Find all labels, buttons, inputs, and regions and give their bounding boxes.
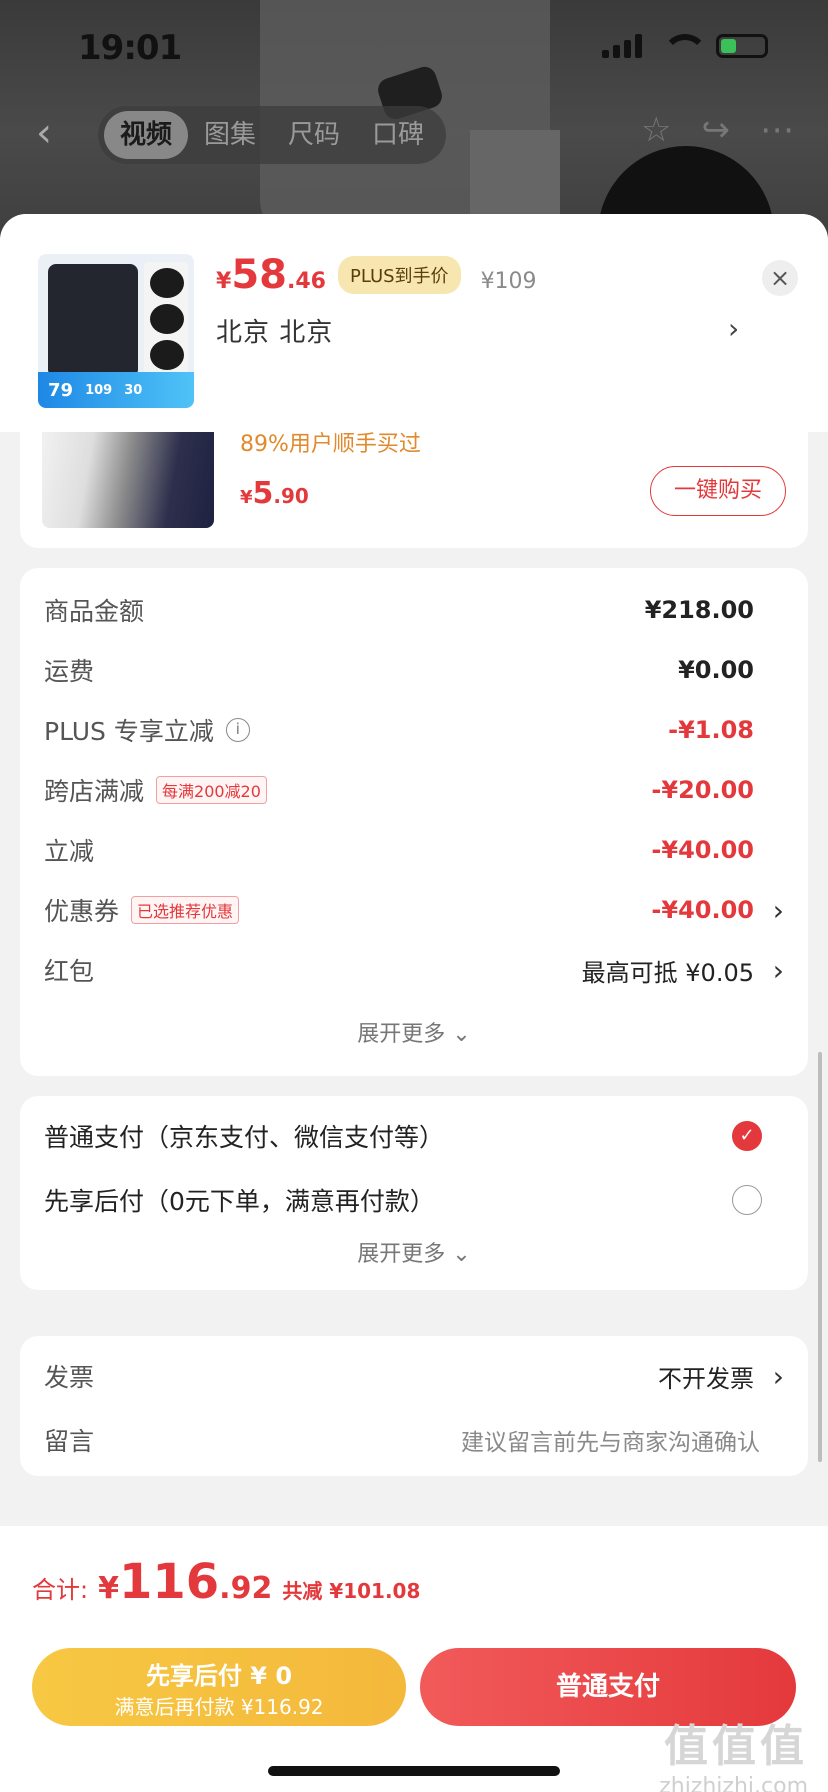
fee-row-cross-store: 跨店满减 每满200减20 -¥20.00: [44, 776, 754, 806]
fee-row-goods: 商品金额 ¥218.00: [44, 596, 754, 626]
coupon-tag: 已选推荐优惠: [131, 896, 240, 924]
chevron-right-icon: ›: [772, 893, 784, 927]
tab-video[interactable]: 视频: [104, 111, 189, 159]
tab-reviews[interactable]: 口碑: [356, 111, 440, 159]
radio-checked-icon[interactable]: ✓: [732, 1121, 762, 1151]
invoice-row[interactable]: 发票 不开发票 ›: [44, 1356, 784, 1396]
fee-row-coupon[interactable]: 优惠券 已选推荐优惠 -¥40.00 ›: [44, 890, 784, 930]
payment-card: 普通支付（京东支付、微信支付等） ✓ 先享后付（0元下单，满意再付款） 展开更多…: [20, 1096, 808, 1290]
info-icon[interactable]: i: [225, 718, 250, 742]
delivery-address[interactable]: 北京 北京: [216, 312, 333, 349]
pay-later-button[interactable]: 先享后付 ¥ 0 满意后再付款 ¥116.92: [32, 1648, 406, 1726]
watermark: 值值值 zhizhizhi.com: [659, 1721, 808, 1792]
original-price: ¥109: [480, 269, 537, 294]
fee-row-discount: 立减 -¥40.00: [44, 836, 754, 866]
battery-icon: [716, 34, 768, 58]
invoice-card: 发票 不开发票 › 留言 建议留言前先与商家沟通确认: [20, 1336, 808, 1476]
message-row[interactable]: 留言 建议留言前先与商家沟通确认: [44, 1420, 784, 1460]
chevron-right-icon[interactable]: ›: [728, 312, 739, 345]
nav-actions: ☆ ↪ ⋯: [641, 110, 794, 150]
fees-card: 商品金额 ¥218.00 运费 ¥0.00 PLUS 专享立减 i -¥1.08…: [20, 568, 808, 1076]
radio-unchecked-icon[interactable]: [732, 1185, 762, 1215]
share-icon[interactable]: ↪: [702, 110, 731, 150]
plus-price: ¥58.46: [216, 252, 326, 298]
media-tabs: 视频 图集 尺码 口碑: [98, 106, 447, 164]
pay-option-later[interactable]: 先享后付（0元下单，满意再付款）: [44, 1180, 784, 1220]
one-click-buy-button[interactable]: 一键购买: [650, 466, 786, 516]
tab-size[interactable]: 尺码: [272, 111, 356, 159]
chevron-right-icon: ›: [772, 1359, 784, 1393]
thumbnail-price-strip: 79 109 30: [38, 372, 194, 408]
promo-tag: 每满200减20: [156, 776, 267, 804]
total-saved: 共减 ¥101.08: [282, 1579, 421, 1603]
status-icons: [602, 34, 768, 58]
checkout-sheet: 89%用户顺手买过 ¥5.90 一键购买 79 109 30 ¥58.46 PL…: [0, 214, 828, 1792]
status-time: 19:01: [78, 28, 182, 68]
signal-icon: [602, 34, 642, 58]
scrollbar[interactable]: [818, 1052, 822, 1462]
product-top-nav: ‹ 视频 图集 尺码 口碑 ☆ ↪ ⋯: [0, 96, 828, 172]
more-icon[interactable]: ⋯: [760, 110, 794, 150]
pay-option-normal[interactable]: 普通支付（京东支付、微信支付等） ✓: [44, 1116, 784, 1156]
fee-row-red-packet[interactable]: 红包 最高可抵 ¥0.05 ›: [44, 950, 784, 990]
price-row: ¥58.46 PLUS到手价 ¥109: [216, 252, 537, 298]
sku-header: 79 109 30 ¥58.46 PLUS到手价 ¥109 北京 北京 › ×: [0, 214, 828, 432]
plus-badge: PLUS到手价: [337, 256, 461, 294]
back-button[interactable]: ‹: [36, 110, 52, 156]
total-row: 合计: ¥116.92 共减 ¥101.08: [32, 1554, 421, 1610]
star-icon[interactable]: ☆: [641, 110, 671, 150]
home-indicator[interactable]: [268, 1766, 560, 1776]
message-input[interactable]: 建议留言前先与商家沟通确认: [461, 1423, 760, 1457]
fee-row-shipping: 运费 ¥0.00: [44, 656, 754, 686]
expand-more-fees[interactable]: 展开更多 ⌄: [20, 1016, 808, 1048]
close-button[interactable]: ×: [762, 260, 798, 296]
upsell-price: ¥5.90: [240, 476, 309, 511]
product-thumbnail[interactable]: 79 109 30: [38, 254, 194, 408]
fee-row-plus: PLUS 专享立减 i -¥1.08: [44, 716, 754, 746]
total-amount: ¥116.92: [98, 1554, 273, 1610]
expand-more-pay[interactable]: 展开更多 ⌄: [20, 1236, 808, 1268]
tab-gallery[interactable]: 图集: [188, 111, 272, 159]
chevron-right-icon: ›: [772, 953, 784, 987]
wifi-icon: [662, 34, 708, 58]
